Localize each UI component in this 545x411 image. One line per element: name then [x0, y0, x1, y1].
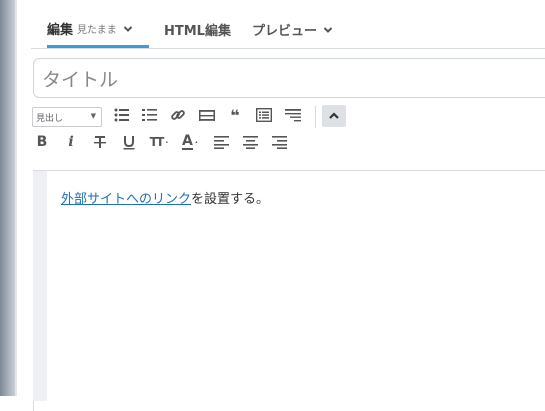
insert-link-button[interactable] [166, 104, 190, 126]
align-center-button[interactable] [238, 131, 262, 153]
external-site-link[interactable]: 外部サイトへのリンク [61, 192, 191, 207]
tab-preview-label: プレビュー [252, 24, 318, 39]
chevron-down-icon[interactable] [123, 24, 133, 34]
bold-icon: B [36, 134, 48, 150]
horizontal-rule-button[interactable] [195, 104, 219, 126]
font-size-icon: TT [149, 135, 165, 149]
quote-icon: ❝ [230, 105, 240, 125]
caret-down-icon: ▼ [90, 112, 96, 120]
ordered-list-button[interactable] [138, 104, 162, 126]
italic-button[interactable]: i [59, 131, 83, 153]
background-window-strip [0, 0, 15, 396]
text-color-button[interactable]: A · [178, 131, 202, 153]
align-left-button[interactable] [209, 131, 233, 153]
table-of-contents-icon [256, 108, 272, 122]
editor-gutter [33, 171, 47, 401]
title-field-wrapper [33, 58, 545, 98]
underline-button[interactable] [117, 131, 141, 153]
tab-wysiwyg-label: 編集 [47, 23, 74, 38]
align-center-icon [242, 136, 258, 149]
unordered-list-button[interactable] [110, 104, 134, 126]
justify-button[interactable] [281, 104, 305, 126]
table-of-contents-button[interactable] [252, 104, 276, 126]
italic-icon: i [68, 134, 74, 150]
heading-select[interactable]: 見出し ▼ [32, 107, 102, 127]
title-input[interactable] [40, 65, 524, 95]
dropdown-dot-icon: · [165, 137, 168, 147]
editor-text: を設置する。 [191, 192, 270, 207]
horizontal-rule-icon [199, 110, 215, 121]
text-color-icon: A [182, 132, 193, 150]
window-edge [15, 0, 17, 396]
chevron-up-icon [329, 112, 339, 119]
strikethrough-button[interactable] [88, 131, 112, 153]
blockquote-button[interactable]: ❝ [223, 104, 247, 126]
align-left-icon [213, 136, 229, 149]
dropdown-dot-icon: · [194, 137, 198, 147]
tab-preview[interactable]: プレビュー [252, 12, 333, 47]
chevron-down-icon[interactable] [323, 25, 333, 35]
justify-icon [285, 109, 301, 122]
tab-html-edit[interactable]: HTML編集 [164, 12, 231, 47]
heading-select-value: 見出し [36, 113, 64, 124]
link-icon [171, 110, 185, 120]
editor-content[interactable]: 外部サイトへのリンクを設置する。 [61, 188, 269, 207]
tab-wysiwyg-sub: 見たまま [77, 25, 117, 36]
align-right-button[interactable] [267, 131, 291, 153]
collapse-toolbar-button[interactable] [322, 105, 346, 127]
underline-icon [123, 135, 135, 149]
font-size-button[interactable]: TT · [146, 131, 170, 153]
strikethrough-icon [94, 136, 106, 148]
bold-button[interactable]: B [30, 131, 54, 153]
unordered-list-icon [114, 108, 129, 122]
toolbar-divider [315, 106, 316, 128]
tab-wysiwyg[interactable]: 編集 見たまま [47, 12, 149, 48]
tab-html-edit-label: HTML編集 [164, 24, 231, 39]
editor-mode-tabs: 編集 見たまま HTML編集 プレビュー [31, 12, 545, 49]
align-right-icon [271, 136, 287, 149]
ordered-list-icon [142, 109, 157, 121]
